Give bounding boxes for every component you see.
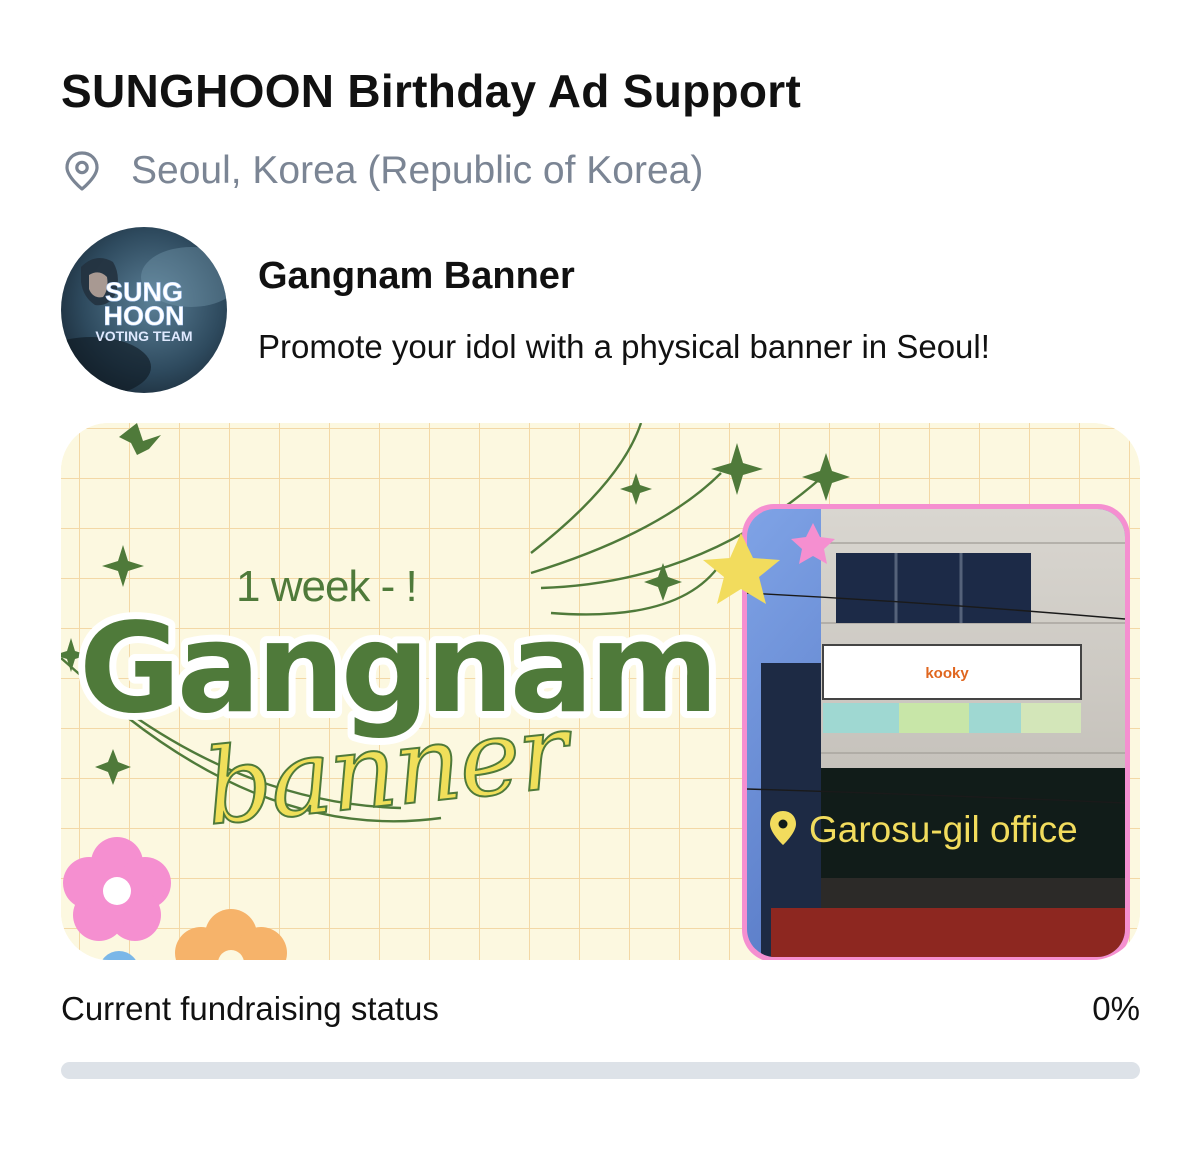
- fundraising-status-label: Current fundraising status: [61, 990, 439, 1027]
- fundraising-percent: 0%: [1092, 990, 1140, 1027]
- fundraising-status-row: Current fundraising status 0%: [61, 990, 1140, 1028]
- page-title: SUNGHOON Birthday Ad Support: [61, 65, 802, 117]
- fundraising-progress-bar: [61, 1062, 1140, 1079]
- campaign-description: Promote your idol with a physical banner…: [258, 328, 990, 365]
- map-pin-icon: [65, 151, 99, 191]
- building-photo: kooky: [747, 509, 1125, 957]
- campaign-banner-image[interactable]: 1 week - ! Gangnam Gangnam banner kooky …: [61, 423, 1140, 960]
- campaign-card: SUNGHOON Birthday Ad Support Seoul, Kore…: [0, 0, 1200, 1155]
- avatar-text-line2: HOON: [104, 301, 185, 331]
- location-row: Seoul, Korea (Republic of Korea): [61, 146, 703, 196]
- avatar-text-line3: VOTING TEAM: [95, 328, 192, 344]
- photo-location-label: Garosu-gil office: [809, 809, 1078, 850]
- location-text: Seoul, Korea (Republic of Korea): [131, 149, 704, 192]
- sign-text: kooky: [925, 665, 969, 682]
- campaign-name[interactable]: Gangnam Banner: [258, 255, 575, 298]
- avatar[interactable]: SUNG HOON VOTING TEAM: [61, 227, 227, 393]
